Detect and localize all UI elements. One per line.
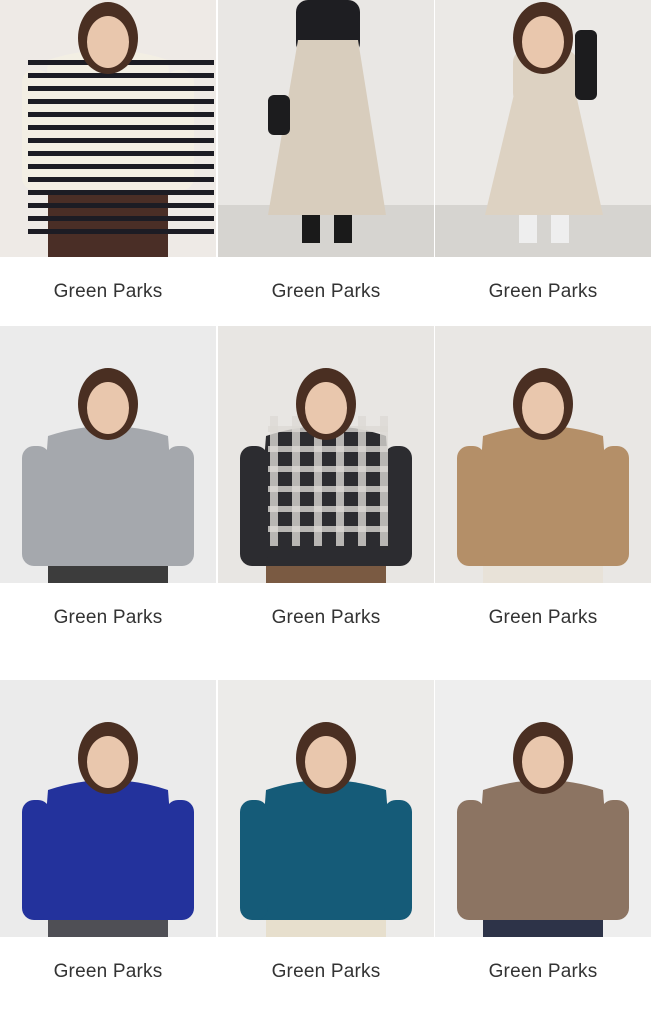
product-grid: Green Parks Green Parks Green Parks Green P…: [0, 0, 651, 1024]
product-image[interactable]: [218, 680, 434, 937]
brand-label[interactable]: Green Parks: [0, 961, 216, 983]
product-card[interactable]: Green Parks: [0, 680, 216, 1024]
product-image[interactable]: [218, 0, 434, 257]
brand-label[interactable]: Green Parks: [0, 281, 216, 303]
product-card[interactable]: Green Parks: [435, 680, 651, 1024]
product-image[interactable]: [435, 680, 651, 937]
product-image[interactable]: [435, 0, 651, 257]
brand-label[interactable]: Green Parks: [435, 607, 651, 629]
brand-label[interactable]: Green Parks: [0, 607, 216, 629]
product-image[interactable]: [0, 326, 216, 583]
product-card[interactable]: Green Parks: [0, 326, 216, 670]
product-card[interactable]: Green Parks: [0, 0, 216, 344]
product-card[interactable]: Green Parks: [218, 680, 434, 1024]
product-card[interactable]: Green Parks: [218, 326, 434, 670]
product-image[interactable]: [435, 326, 651, 583]
brand-label[interactable]: Green Parks: [435, 961, 651, 983]
product-card[interactable]: Green Parks: [435, 0, 651, 344]
product-card[interactable]: Green Parks: [435, 326, 651, 670]
brand-label[interactable]: Green Parks: [435, 281, 651, 303]
brand-label[interactable]: Green Parks: [218, 281, 434, 303]
product-image[interactable]: [0, 0, 216, 257]
product-card[interactable]: Green Parks: [218, 0, 434, 344]
product-image[interactable]: [218, 326, 434, 583]
brand-label[interactable]: Green Parks: [218, 961, 434, 983]
brand-label[interactable]: Green Parks: [218, 607, 434, 629]
product-image[interactable]: [0, 680, 216, 937]
